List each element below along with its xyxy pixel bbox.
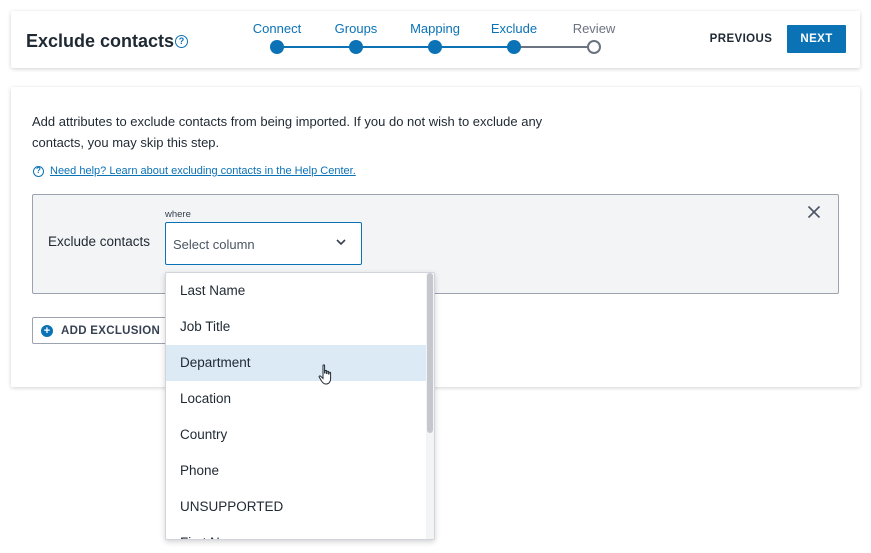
step-label-review: Review [572,21,616,36]
dropdown-option[interactable]: First Name [166,525,428,539]
help-center-link[interactable]: Need help? Learn about excluding contact… [50,165,356,177]
dropdown-option[interactable]: Phone [166,453,428,489]
chevron-down-icon [336,239,346,246]
exclusion-rule: Exclude contacts where Select column [32,194,839,294]
previous-button[interactable]: PREVIOUS [701,25,781,53]
add-exclusion-label: ADD EXCLUSION [61,325,161,337]
where-label: where [165,209,191,220]
description-text: Add attributes to exclude contacts from … [32,114,543,150]
dropdown-option[interactable]: Location [166,381,428,417]
step-connector [277,46,356,48]
dropdown-scrollbar[interactable] [426,273,434,539]
step-label-groups[interactable]: Groups [335,21,378,36]
help-link-row: ? Need help? Learn about excluding conta… [33,165,356,177]
step-connector [356,46,435,48]
rule-label: Exclude contacts [48,234,151,249]
next-button[interactable]: NEXT [787,25,846,53]
step-connector [435,46,514,48]
step-label-mapping[interactable]: Mapping [410,21,460,36]
step-label-exclude[interactable]: Exclude [491,21,537,36]
question-circle-icon: ? [33,165,44,177]
step-label-connect[interactable]: Connect [253,21,301,36]
close-icon[interactable] [807,205,821,219]
plus-circle-icon: + [41,325,53,337]
step-dot-exclude[interactable] [507,40,521,54]
scrollbar-thumb[interactable] [427,273,433,433]
wizard-header: Exclude contacts ? Connect Groups Mappin… [11,11,860,68]
add-exclusion-button[interactable]: + ADD EXCLUSION [32,317,172,344]
exclude-panel: Add attributes to exclude contacts from … [11,87,860,387]
step-dot-review [587,40,601,54]
select-placeholder: Select column [173,237,255,252]
dropdown-option[interactable]: Last Name [166,273,428,309]
dropdown-option[interactable]: Country [166,417,428,453]
column-dropdown[interactable]: Last Name Job Title Department Location … [165,272,435,540]
dropdown-option-hovered[interactable]: Department [166,345,428,381]
step-dot-mapping[interactable] [428,40,442,54]
step-dot-groups[interactable] [349,40,363,54]
step-dot-connect[interactable] [270,40,284,54]
column-select[interactable]: Select column [165,222,362,265]
dropdown-option[interactable]: Job Title [166,309,428,345]
dropdown-option[interactable]: UNSUPPORTED [166,489,428,525]
step-connector [514,46,594,48]
